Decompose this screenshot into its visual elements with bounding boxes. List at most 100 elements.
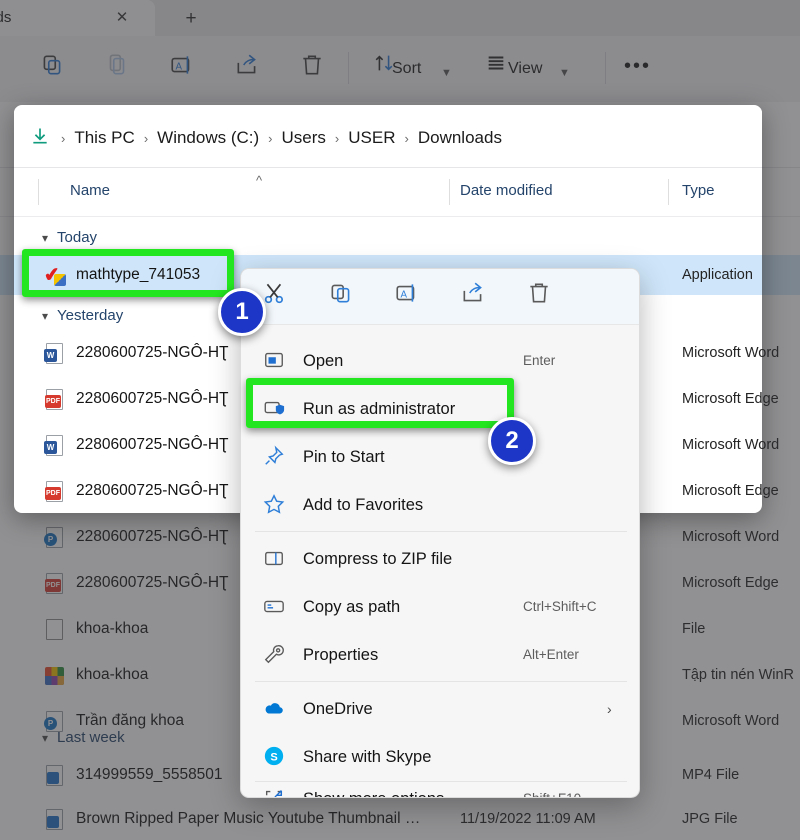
video-file-icon — [44, 808, 66, 832]
zip-file-icon — [44, 664, 66, 688]
svg-text:A: A — [176, 61, 183, 72]
chevron-down-icon-yesterday-b[interactable]: ▾ — [42, 309, 48, 323]
group-header-yesterday-bright[interactable]: ▾ Yesterday — [42, 303, 123, 329]
column-header-type-bright[interactable]: Type — [682, 182, 715, 199]
menu-item-label: Add to Favorites — [303, 496, 424, 514]
chevron-down-icon-2[interactable]: ▼ — [559, 62, 570, 84]
copy-icon[interactable] — [97, 52, 137, 86]
copy-path-icon — [263, 595, 287, 619]
file-type: Microsoft Word — [682, 713, 780, 729]
onedrive-icon — [263, 697, 287, 721]
menu-item-pin-to-start[interactable]: Pin to Start — [241, 433, 639, 481]
breadcrumb-sep-b3: › — [334, 130, 340, 146]
menu-item-show-more-options[interactable]: Show more options Shift+F10 — [241, 775, 639, 797]
menu-item-properties[interactable]: Properties Alt+Enter — [241, 631, 639, 679]
toolbar-divider — [348, 52, 349, 84]
menu-item-add-to-favorites[interactable]: Add to Favorites — [241, 481, 639, 529]
star-icon — [263, 493, 287, 517]
delete-icon[interactable] — [517, 280, 561, 314]
chevron-down-icon-lastweek[interactable]: ▾ — [42, 731, 48, 745]
context-menu-toolbar: A — [241, 269, 639, 325]
column-header-row-bright: Name ^ Date modified Type — [14, 169, 762, 217]
group-header-last-week[interactable]: ▾ Last week — [42, 725, 125, 751]
wrench-icon — [263, 643, 287, 667]
breadcrumb-sep-b4: › — [404, 130, 409, 146]
menu-item-accel: Shift+F10 — [523, 789, 581, 797]
file-type: MP4 File — [682, 767, 740, 783]
chevron-down-icon[interactable]: ▼ — [441, 62, 452, 84]
file-name: 2280600725-NGÔ-HƮ — [76, 482, 229, 499]
word-file-icon: W — [44, 342, 66, 366]
file-name: 314999559_5558501 — [76, 766, 223, 783]
pdf-file-icon: PDF — [44, 572, 66, 596]
file-type: Tập tin nén WinR — [682, 667, 795, 683]
breadcrumb-sep-b0: › — [61, 130, 66, 146]
menu-item-onedrive[interactable]: OneDrive › — [241, 685, 639, 733]
menu-item-copy-as-path[interactable]: Copy as path Ctrl+Shift+C — [241, 583, 639, 631]
file-name: 2280600725-NGÔ-HƮ — [76, 344, 229, 361]
pdf-file-icon: PDF — [44, 480, 66, 504]
file-type: Microsoft Edge — [682, 575, 779, 591]
share-icon[interactable] — [451, 280, 495, 314]
share-icon[interactable] — [227, 52, 267, 86]
copy-icon[interactable] — [319, 280, 363, 314]
file-type: Microsoft Word — [682, 437, 762, 453]
file-name: 2280600725-NGÔ-HƮ — [76, 528, 229, 545]
file-type: Microsoft Word — [682, 529, 780, 545]
word-file-icon: W — [44, 434, 66, 458]
file-name: 2280600725-NGÔ-HƮ — [76, 436, 229, 453]
context-menu: A Open Enter Run as administrator Pin to… — [240, 268, 640, 798]
ppt-file-icon: P — [44, 526, 66, 550]
sort-button[interactable]: Sort — [392, 58, 421, 80]
menu-divider-2 — [255, 681, 627, 682]
col-divider-b2 — [668, 179, 669, 205]
blank-file-icon — [44, 618, 66, 642]
view-button[interactable]: View — [508, 58, 542, 80]
menu-item-label: Show more options — [303, 787, 444, 797]
file-date: 11/19/2022 11:09 AM — [460, 811, 596, 827]
breadcrumb-item-this-pc-bright[interactable]: This PC — [74, 128, 134, 148]
menu-item-share-with-skype[interactable]: S Share with Skype — [241, 733, 639, 781]
highlight-box-run-as-administrator — [246, 378, 514, 428]
table-row[interactable]: Brown Ripped Paper Music Youtube Thumbna… — [0, 799, 800, 839]
chevron-down-icon-today-b[interactable]: ▾ — [42, 231, 48, 245]
breadcrumb-item-user-bright[interactable]: USER — [348, 128, 395, 148]
rename-icon[interactable]: A — [162, 52, 202, 86]
more-button[interactable]: ••• — [624, 55, 651, 77]
tab-downloads-label: ownloads — [0, 9, 12, 26]
delete-icon[interactable] — [292, 52, 332, 86]
menu-item-label: Share with Skype — [303, 748, 432, 766]
menu-item-label: Copy as path — [303, 598, 401, 616]
group-header-today-bright[interactable]: ▾ Today — [42, 225, 97, 251]
file-type: Microsoft Word — [682, 345, 762, 361]
column-header-name-bright[interactable]: Name — [70, 182, 110, 199]
step-badge-2: 2 — [488, 417, 536, 465]
breadcrumb-item-downloads-bright[interactable]: Downloads — [418, 128, 502, 148]
close-icon[interactable]: ✕ — [110, 7, 134, 29]
menu-item-label: Properties — [303, 646, 379, 664]
menu-item-label: Open — [303, 352, 344, 370]
file-name: khoa-khoa — [76, 666, 149, 683]
sort-ascending-icon-bright: ^ — [256, 173, 263, 188]
tab-strip: ownloads ✕ + — [0, 0, 800, 36]
column-header-date-bright[interactable]: Date modified — [460, 182, 553, 199]
menu-item-label: OneDrive — [303, 700, 373, 718]
menu-item-compress-to-zip[interactable]: Compress to ZIP file — [241, 535, 639, 583]
breadcrumb-item-windows-c-bright[interactable]: Windows (C:) — [157, 128, 259, 148]
menu-item-accel: Ctrl+Shift+C — [523, 599, 597, 614]
rename-icon[interactable]: A — [385, 280, 429, 314]
cut-icon[interactable] — [32, 52, 72, 86]
skype-icon: S — [263, 745, 287, 769]
menu-item-accel: Alt+Enter — [523, 647, 579, 662]
more-options-icon — [263, 787, 287, 797]
plus-icon[interactable]: + — [170, 6, 212, 32]
step-badge-1: 1 — [218, 288, 266, 336]
breadcrumb-sep-b2: › — [268, 130, 273, 146]
svg-text:S: S — [270, 752, 277, 764]
chevron-right-icon: › — [607, 701, 612, 717]
address-bar-bright: › This PC › Windows (C:) › Users › USER … — [14, 108, 762, 168]
zip-icon — [263, 547, 287, 571]
file-name: 2280600725-NGÔ-HƮ — [76, 574, 229, 591]
menu-item-accel: Enter — [523, 353, 556, 368]
breadcrumb-item-users-bright[interactable]: Users — [282, 128, 326, 148]
